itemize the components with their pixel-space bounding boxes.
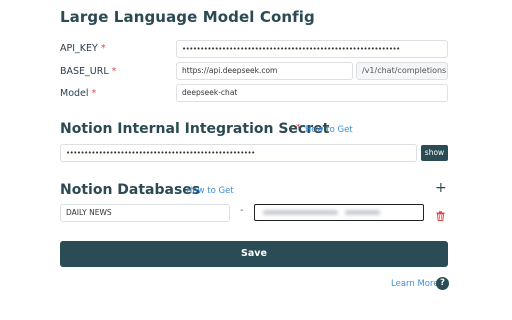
base-url-label-text: BASE_URL [60,66,109,77]
notion-databases-how-to-link[interactable]: How to Get [186,186,234,196]
blurred-value [345,210,380,215]
add-database-icon[interactable]: + [435,180,447,196]
required-marker: * [111,66,117,77]
model-label: Model * [60,88,96,99]
notion-secret-title: Notion Internal Integration Secret [60,121,330,137]
model-label-text: Model [60,88,89,99]
help-icon[interactable]: ? [436,277,449,290]
base-url-label: BASE_URL * [60,66,116,77]
database-row-separator: - [240,205,244,216]
delete-database-icon[interactable] [436,206,445,225]
learn-more-link[interactable]: Learn More [391,279,439,289]
required-marker: * [296,123,301,133]
api-key-label-text: API_KEY [60,43,98,54]
base-url-suffix: /v1/chat/completions [356,62,448,80]
api-key-label: API_KEY * [60,43,106,54]
save-button[interactable]: Save [60,241,448,267]
model-input[interactable]: deepseek-chat [176,84,448,102]
required-marker: * [91,88,97,99]
llm-config-title: Large Language Model Config [60,8,315,26]
api-key-input[interactable]: ••••••••••••••••••••••••••••••••••••••••… [176,40,448,58]
notion-secret-how-to-link[interactable]: How to Get [305,125,353,135]
show-secret-button[interactable]: show [421,145,448,161]
blurred-value [263,210,338,215]
notion-databases-title: Notion Databases [60,182,201,198]
database-id-input[interactable] [254,204,424,221]
base-url-input[interactable]: https://api.deepseek.com [176,62,353,80]
database-name-input[interactable]: DAILY NEWS [60,204,230,222]
required-marker: * [100,43,106,54]
notion-secret-input[interactable]: ••••••••••••••••••••••••••••••••••••••••… [60,144,417,162]
